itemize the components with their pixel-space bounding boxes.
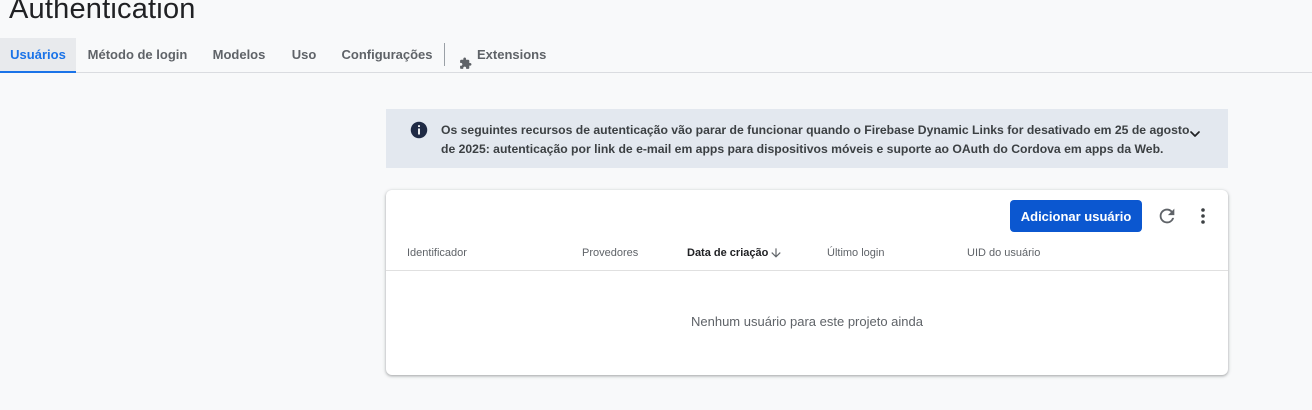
banner-message: Os seguintes recursos de autenticação vã… — [441, 123, 1190, 156]
tab-configuracoes[interactable]: Configurações — [337, 38, 437, 72]
info-icon — [410, 121, 428, 139]
column-ultimo-login[interactable]: Último login — [827, 247, 884, 259]
tab-bar: Usuários Método de login Modelos Uso Con… — [0, 38, 1312, 73]
tab-extensions-label: Extensions — [477, 47, 547, 62]
add-user-button[interactable]: Adicionar usuário — [1010, 200, 1142, 232]
tab-metodo-de-login[interactable]: Método de login — [81, 38, 194, 72]
column-data-de-criacao[interactable]: Data de criação — [687, 247, 781, 259]
column-data-de-criacao-label: Data de criação — [687, 247, 769, 259]
column-identificador[interactable]: Identificador — [407, 247, 467, 259]
column-provedores[interactable]: Provedores — [582, 247, 638, 259]
users-card: Adicionar usuário Identificador Provedor… — [386, 190, 1228, 375]
arrow-down-icon — [769, 246, 783, 260]
refresh-icon[interactable] — [1156, 205, 1178, 227]
page-title: Authentication — [9, 0, 196, 25]
more-vert-icon[interactable] — [1194, 205, 1212, 227]
deprecation-banner: Os seguintes recursos de autenticação vã… — [386, 109, 1228, 168]
tab-usuarios[interactable]: Usuários — [0, 38, 76, 73]
tab-uso[interactable]: Uso — [286, 38, 322, 72]
tab-extensions[interactable]: Extensions — [459, 38, 547, 72]
empty-state-message: Nenhum usuário para este projeto ainda — [691, 314, 923, 329]
table-header: Identificador Provedores Data de criação… — [386, 234, 1228, 271]
tab-modelos[interactable]: Modelos — [206, 38, 272, 72]
chevron-down-icon[interactable] — [1187, 126, 1203, 142]
extension-icon — [459, 49, 472, 69]
tab-divider — [444, 43, 445, 66]
column-uid-do-usuario[interactable]: UID do usuário — [967, 247, 1040, 259]
